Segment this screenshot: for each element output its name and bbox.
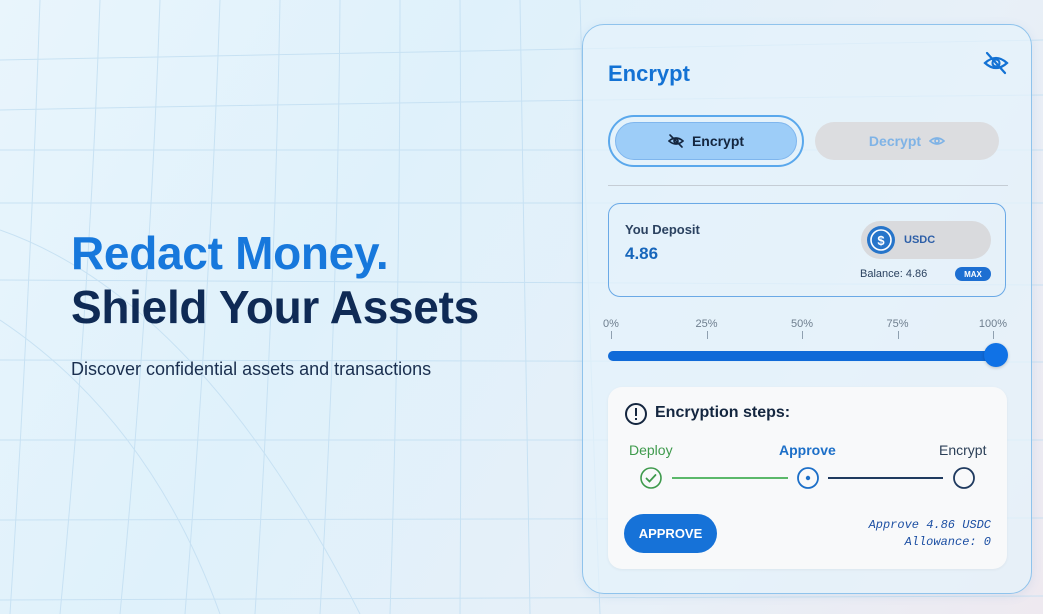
usdc-logo-icon: $ [867, 226, 895, 254]
decrypt-mode-label: Decrypt [868, 133, 922, 149]
divider [608, 185, 1008, 186]
slider-tick-label: 50% [790, 318, 814, 330]
encrypt-mode-label: Encrypt [691, 133, 745, 149]
balance-text: Balance: 4.86 [860, 268, 928, 280]
encrypt-mode-wrapper: Encrypt [608, 115, 804, 167]
deposit-label: You Deposit [625, 222, 700, 237]
max-button[interactable]: MAX [955, 267, 991, 281]
alert-circle-icon [625, 403, 647, 425]
slider-tick-label: 100% [978, 318, 1008, 330]
step-label-deploy: Deploy [629, 442, 673, 458]
eye-off-icon[interactable] [983, 50, 1009, 76]
hero-title-line1: Redact Money. [71, 227, 389, 279]
steps-title: Encryption steps: [655, 404, 791, 421]
allowance-note: Allowance: 0 [904, 535, 991, 549]
hero-title-line2: Shield Your Assets [71, 281, 479, 333]
slider-tick-mark [897, 331, 899, 339]
slider-tick-label: 75% [886, 318, 909, 330]
encrypt-card: Encrypt Encrypt Decrypt You Deposit 4.86… [582, 24, 1032, 594]
approve-amount-note: Approve 4.86 USDC [868, 518, 991, 532]
slider-tick-label: 25% [695, 318, 718, 330]
decrypt-mode-button[interactable]: Decrypt [815, 122, 999, 160]
step-current-dot-icon [797, 467, 819, 489]
hero-heading: Redact Money. Shield Your Assets [71, 226, 479, 334]
encryption-steps-panel: Encryption steps: Deploy Approve Encrypt… [608, 387, 1007, 569]
slider-thumb[interactable] [984, 343, 1008, 367]
hero-subtitle: Discover confidential assets and transac… [71, 359, 432, 379]
slider-tick-mark [802, 331, 803, 339]
slider-tick-label: 0% [603, 318, 619, 330]
eye-icon [929, 137, 946, 145]
deposit-amount-input[interactable]: 4.86 [625, 244, 658, 264]
token-selector[interactable]: $ USDC [861, 221, 991, 259]
step-connector-done [672, 477, 788, 479]
approve-button[interactable]: APPROVE [624, 514, 717, 553]
step-label-encrypt: Encrypt [939, 442, 987, 458]
step-connector-pending [828, 477, 943, 479]
slider-fill [608, 351, 996, 361]
card-title: Encrypt [608, 61, 690, 86]
step-label-approve: Approve [779, 442, 836, 458]
svg-text:$: $ [877, 233, 885, 248]
amount-slider-track[interactable] [608, 351, 996, 361]
step-done-check-icon [640, 467, 662, 489]
slider-tick-mark [993, 331, 994, 339]
token-name: USDC [904, 234, 936, 246]
eye-off-icon [667, 134, 684, 148]
slider-tick-mark [706, 331, 708, 339]
encrypt-mode-button[interactable]: Encrypt [615, 122, 797, 160]
deposit-panel: You Deposit 4.86 $ USDC Balance: 4.86 MA… [608, 203, 1006, 297]
step-pending-circle-icon [953, 467, 975, 489]
slider-tick-mark [611, 331, 612, 339]
